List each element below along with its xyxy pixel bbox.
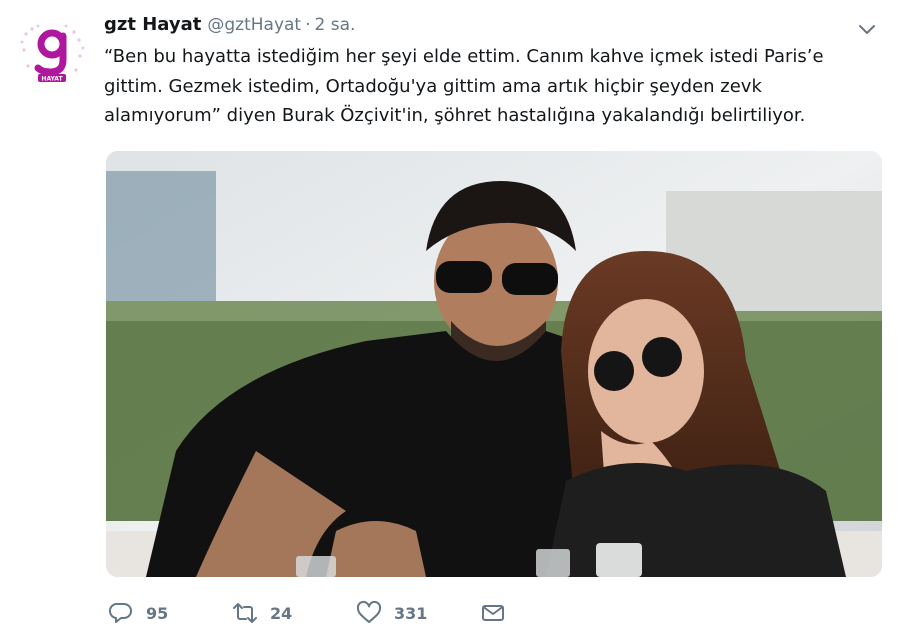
tweet-actions: 95 24 331 [108, 596, 506, 630]
avatar[interactable]: HAYAT [16, 20, 88, 84]
tweet-photo[interactable] [106, 151, 882, 577]
reply-icon [108, 602, 132, 623]
like-button[interactable]: 331 [356, 600, 480, 626]
reply-count: 95 [146, 603, 169, 623]
tweet-header: gzt Hayat @gztHayat · 2 sa. [104, 14, 355, 40]
like-icon [356, 600, 382, 623]
display-name[interactable]: gzt Hayat [104, 14, 201, 35]
svg-text:HAYAT: HAYAT [41, 76, 63, 83]
retweet-button[interactable]: 24 [232, 600, 356, 626]
user-handle[interactable]: @gztHayat [207, 15, 301, 35]
more-options-button[interactable] [856, 18, 878, 40]
tweet-text: “Ben bu hayatta istediğim her şeyi elde … [104, 46, 824, 126]
photo-image [106, 151, 882, 577]
direct-message-icon [482, 605, 504, 621]
direct-message-button[interactable] [480, 600, 506, 626]
retweet-count: 24 [270, 603, 293, 623]
retweet-icon [233, 603, 257, 623]
tweet: HAYAT gzt Hayat @gztHayat · 2 sa. “Ben b… [0, 0, 900, 640]
chevron-down-icon [859, 25, 875, 34]
tweet-timestamp[interactable]: 2 sa. [315, 15, 356, 35]
separator-dot: · [305, 15, 311, 35]
reply-button[interactable]: 95 [108, 600, 232, 626]
like-count: 331 [394, 603, 428, 623]
gzt-hayat-logo: HAYAT [20, 24, 85, 83]
